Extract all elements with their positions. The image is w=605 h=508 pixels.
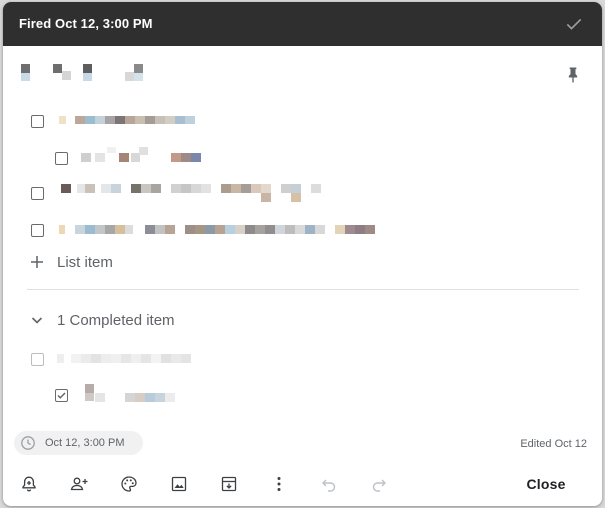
- checkbox[interactable]: [31, 115, 44, 128]
- completed-list-item[interactable]: [53, 384, 253, 406]
- image-icon[interactable]: [169, 474, 189, 494]
- palette-icon[interactable]: [119, 474, 139, 494]
- list-item[interactable]: [29, 182, 349, 204]
- list-item[interactable]: [29, 219, 409, 241]
- archive-icon[interactable]: [219, 474, 239, 494]
- divider: [27, 289, 579, 290]
- checkbox[interactable]: [31, 353, 44, 366]
- note-toolbar: Close: [3, 466, 602, 502]
- reminder-chip[interactable]: Oct 12, 3:00 PM: [14, 431, 143, 455]
- redacted-text: [59, 116, 195, 124]
- reminder-chip-text: Oct 12, 3:00 PM: [45, 437, 125, 449]
- checkmark-icon[interactable]: [564, 14, 584, 34]
- banner-text: Fired Oct 12, 3:00 PM: [19, 16, 153, 31]
- chevron-down-icon: [29, 312, 45, 328]
- redacted-text: [85, 384, 175, 402]
- undo-icon[interactable]: [319, 474, 339, 494]
- checkbox[interactable]: [31, 187, 44, 200]
- redacted-text: [61, 184, 321, 202]
- completed-list-item[interactable]: [29, 348, 229, 370]
- pin-icon[interactable]: [563, 64, 583, 86]
- redacted-text: [57, 354, 191, 363]
- note-editor-dialog: Fired Oct 12, 3:00 PM List item 1 Comple…: [3, 2, 602, 506]
- checkbox[interactable]: [55, 152, 68, 165]
- redacted-text: [81, 147, 201, 162]
- edited-timestamp: Edited Oct 12: [520, 438, 587, 450]
- note-title[interactable]: [21, 62, 151, 88]
- more-vert-icon[interactable]: [269, 474, 289, 494]
- collaborator-icon[interactable]: [69, 474, 89, 494]
- reminder-fired-banner: Fired Oct 12, 3:00 PM: [3, 2, 602, 46]
- add-item-label: List item: [57, 254, 113, 271]
- redacted-text: [59, 225, 375, 234]
- list-item[interactable]: [53, 147, 253, 169]
- checkbox[interactable]: [31, 224, 44, 237]
- completed-items-toggle[interactable]: 1 Completed item: [29, 310, 329, 334]
- list-item[interactable]: [29, 110, 279, 132]
- add-list-item[interactable]: List item: [29, 252, 569, 276]
- completed-label: 1 Completed item: [57, 312, 175, 329]
- close-button[interactable]: Close: [513, 472, 579, 496]
- clock-icon: [20, 435, 36, 451]
- plus-icon: [29, 254, 45, 270]
- checkbox-checked[interactable]: [55, 389, 68, 402]
- remind-me-icon[interactable]: [19, 474, 39, 494]
- redo-icon[interactable]: [369, 474, 389, 494]
